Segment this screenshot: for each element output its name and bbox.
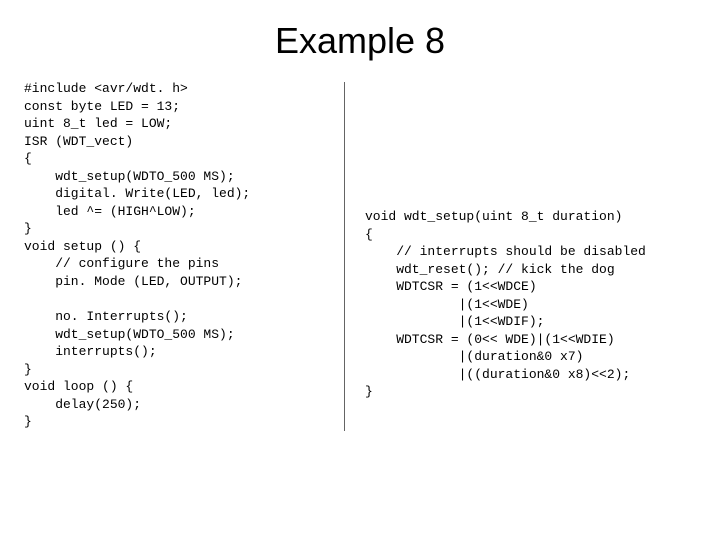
left-column: #include <avr/wdt. h> const byte LED = 1…: [24, 80, 344, 431]
code-block-right: void wdt_setup(uint 8_t duration) { // i…: [365, 208, 696, 401]
code-columns: #include <avr/wdt. h> const byte LED = 1…: [0, 80, 720, 431]
slide-title: Example 8: [0, 0, 720, 80]
right-column: void wdt_setup(uint 8_t duration) { // i…: [344, 82, 696, 431]
code-block-left: #include <avr/wdt. h> const byte LED = 1…: [24, 80, 336, 431]
